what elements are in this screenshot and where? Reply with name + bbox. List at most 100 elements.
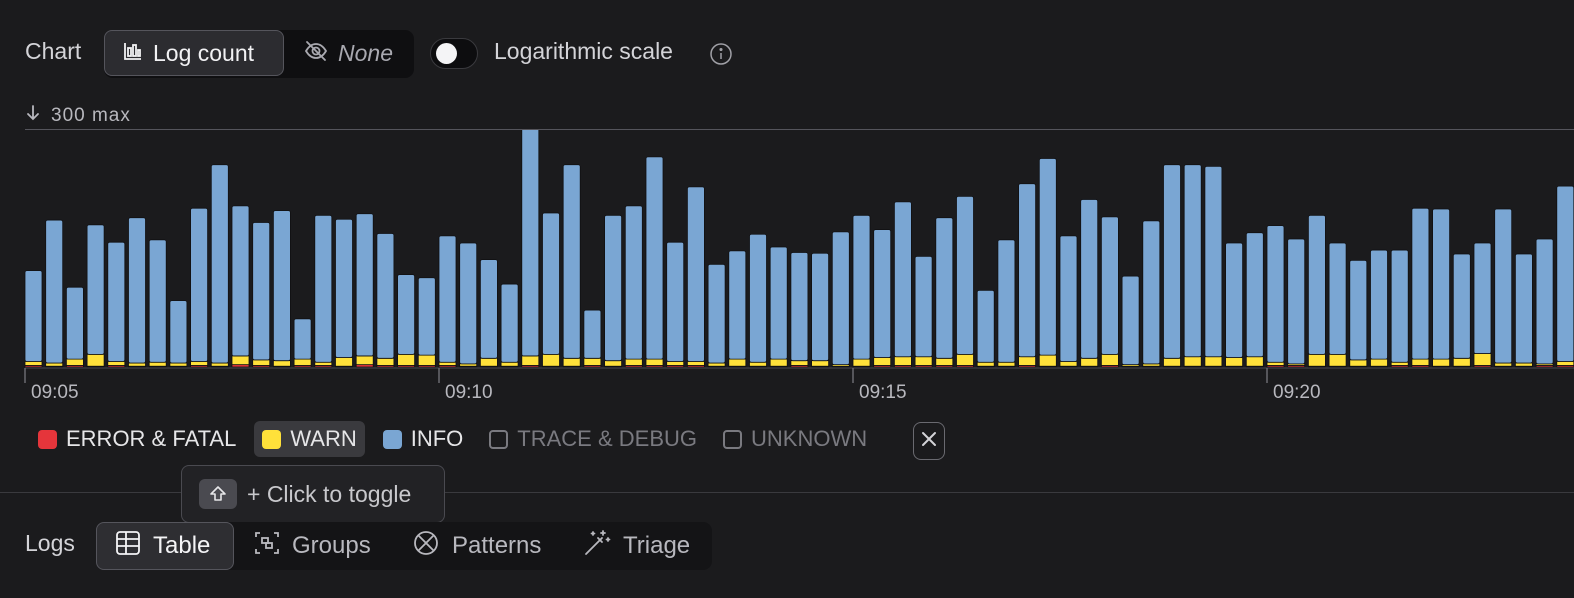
bar-info[interactable]	[24, 270, 43, 362]
tab-groups[interactable]: Groups	[254, 522, 371, 570]
bar-info[interactable]	[314, 214, 333, 363]
bar-warn[interactable]	[1018, 356, 1036, 366]
bar-warn[interactable]	[562, 357, 581, 367]
bar-warn[interactable]	[438, 361, 457, 366]
bar-warn[interactable]	[873, 357, 892, 366]
bar-info[interactable]	[604, 214, 622, 362]
bar-warn[interactable]	[169, 362, 188, 367]
bar-info[interactable]	[749, 233, 767, 363]
bar-warn[interactable]	[66, 358, 84, 366]
bar-warn[interactable]	[210, 362, 229, 367]
bar-warn[interactable]	[852, 358, 871, 367]
clear-filter-button[interactable]	[913, 422, 945, 460]
bar-warn[interactable]	[355, 355, 374, 366]
bar-info[interactable]	[1494, 208, 1513, 364]
tab-table[interactable]: Table	[96, 522, 234, 570]
bar-info[interactable]	[417, 277, 436, 356]
bar-info[interactable]	[1432, 208, 1450, 360]
bar-info[interactable]	[1266, 225, 1285, 363]
bar-info[interactable]	[148, 239, 167, 363]
bar-info[interactable]	[935, 217, 954, 359]
bar-warn[interactable]	[1515, 362, 1533, 367]
bar-info[interactable]	[583, 309, 602, 359]
bar-info[interactable]	[997, 239, 1016, 363]
bar-warn[interactable]	[997, 361, 1016, 367]
bar-warn[interactable]	[1494, 362, 1513, 367]
bar-warn[interactable]	[604, 360, 622, 367]
bar-info[interactable]	[293, 318, 312, 360]
bar-info[interactable]	[624, 205, 643, 360]
bar-warn[interactable]	[749, 361, 767, 367]
legend-item-unknown[interactable]: UNKNOWN	[715, 421, 875, 457]
bar-info[interactable]	[645, 156, 664, 360]
bar-info[interactable]	[914, 256, 933, 358]
bar-warn[interactable]	[1183, 356, 1202, 367]
bar-info[interactable]	[1452, 253, 1471, 359]
bar-warn[interactable]	[1080, 357, 1099, 367]
bar-info[interactable]	[169, 300, 188, 364]
bar-info[interactable]	[956, 195, 974, 355]
bar-warn[interactable]	[500, 361, 519, 367]
bar-warn[interactable]	[1163, 357, 1181, 367]
bar-warn[interactable]	[107, 361, 126, 366]
bar-info[interactable]	[852, 214, 871, 360]
bar-warn[interactable]	[1370, 358, 1388, 367]
bar-warn[interactable]	[479, 357, 498, 367]
bar-info[interactable]	[1308, 214, 1326, 355]
log-count-button[interactable]: Log count	[104, 30, 284, 76]
bar-info[interactable]	[1473, 242, 1492, 354]
bar-info[interactable]	[500, 283, 519, 363]
bar-warn[interactable]	[1204, 356, 1223, 367]
bar-warn[interactable]	[1390, 361, 1409, 366]
bar-info[interactable]	[1556, 185, 1574, 362]
bar-info[interactable]	[1328, 242, 1347, 355]
bar-info[interactable]	[976, 289, 995, 363]
bar-info[interactable]	[769, 246, 788, 360]
bar-info[interactable]	[1370, 249, 1388, 360]
bar-warn[interactable]	[1266, 361, 1285, 366]
bar-info[interactable]	[1142, 220, 1161, 365]
tab-patterns[interactable]: Patterns	[412, 522, 541, 570]
bar-info[interactable]	[107, 241, 126, 362]
bar-info[interactable]	[1245, 232, 1264, 358]
bar-warn[interactable]	[1432, 358, 1450, 367]
bar-warn[interactable]	[914, 356, 933, 366]
bar-warn[interactable]	[1349, 359, 1368, 367]
bar-warn[interactable]	[542, 353, 560, 367]
bar-warn[interactable]	[728, 358, 747, 367]
bar-info[interactable]	[1535, 238, 1554, 365]
bar-info[interactable]	[1287, 238, 1306, 365]
bar-warn[interactable]	[1556, 361, 1574, 366]
bar-info[interactable]	[1121, 275, 1140, 366]
bar-info[interactable]	[873, 229, 892, 358]
bar-warn[interactable]	[376, 357, 395, 366]
bar-info[interactable]	[811, 252, 829, 362]
bar-warn[interactable]	[190, 361, 209, 366]
bar-info[interactable]	[707, 263, 726, 364]
bar-warn[interactable]	[1473, 353, 1492, 366]
bar-warn[interactable]	[417, 354, 436, 366]
bar-warn[interactable]	[687, 361, 705, 366]
bar-info[interactable]	[190, 207, 209, 362]
bar-info[interactable]	[86, 224, 105, 355]
bar-warn[interactable]	[1328, 353, 1347, 367]
bar-warn[interactable]	[1225, 357, 1243, 367]
bar-info[interactable]	[562, 164, 581, 359]
bar-info[interactable]	[397, 274, 416, 355]
bar-warn[interactable]	[335, 357, 353, 367]
bar-info[interactable]	[666, 241, 685, 362]
bar-info[interactable]	[1038, 158, 1057, 356]
bar-info[interactable]	[1225, 242, 1243, 358]
bar-warn[interactable]	[707, 362, 726, 367]
bar-warn[interactable]	[24, 361, 43, 366]
bar-info[interactable]	[438, 235, 457, 363]
bar-info[interactable]	[831, 231, 850, 366]
bar-info[interactable]	[687, 186, 705, 362]
bar-warn[interactable]	[231, 355, 250, 366]
bar-info[interactable]	[1059, 235, 1078, 362]
bar-info[interactable]	[790, 252, 809, 362]
bar-warn[interactable]	[976, 361, 995, 367]
bar-info[interactable]	[1018, 183, 1036, 358]
bar-warn[interactable]	[1411, 358, 1430, 366]
bar-warn[interactable]	[1059, 361, 1078, 367]
